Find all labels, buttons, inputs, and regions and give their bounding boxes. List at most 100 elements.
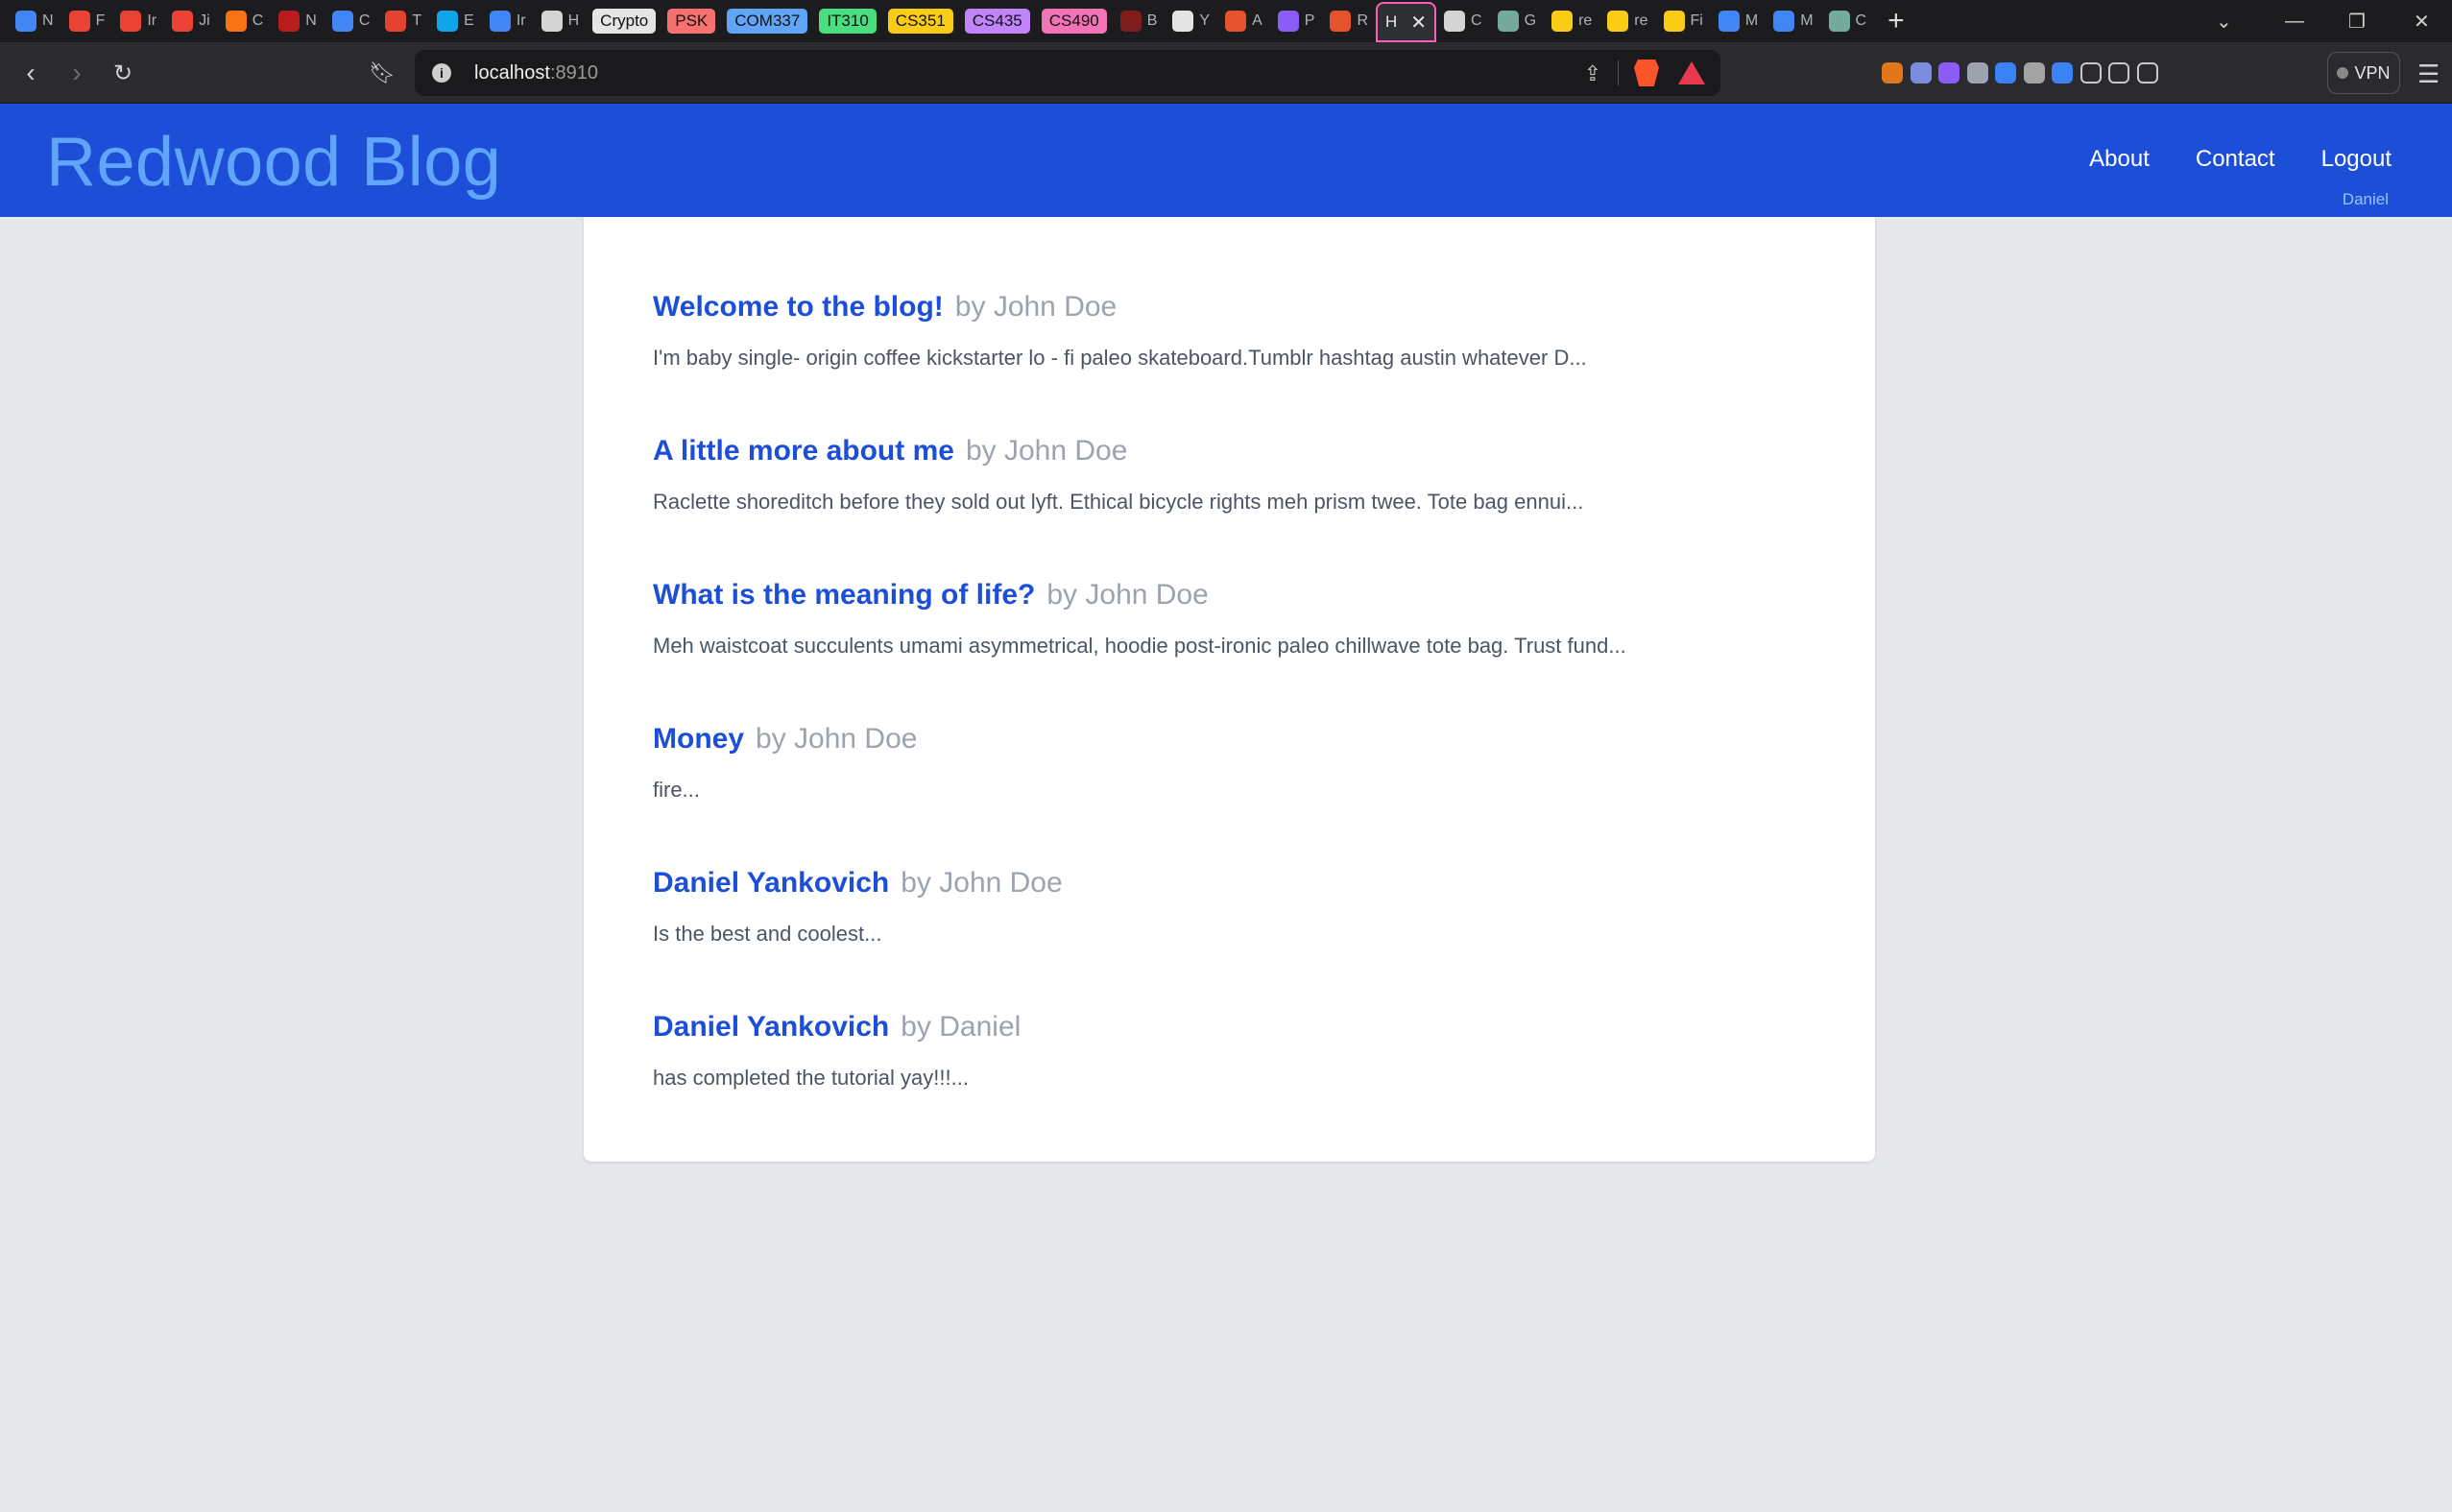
tab-strip: N F Ir Ji C N C T E Ir H Crypto PSK COM337 IT310 CS351… (0, 0, 2452, 42)
browser-tab[interactable]: M (1766, 3, 1820, 39)
vpn-button[interactable]: VPN (2327, 52, 2400, 94)
tab-label: P (1304, 12, 1315, 29)
current-user-label: Daniel (2342, 190, 2389, 208)
globe-icon (541, 11, 563, 32)
fb-ext-icon[interactable] (1966, 62, 1988, 84)
cloud-icon (437, 11, 459, 32)
nav-about-link[interactable]: About (2089, 146, 2150, 173)
tab-group[interactable]: Crypto (587, 3, 661, 39)
tab-label: re (1634, 12, 1648, 29)
yellow-circle-icon (1663, 11, 1685, 32)
site-title-link[interactable]: Redwood Blog (46, 123, 501, 202)
browser-tab[interactable]: re (1599, 3, 1655, 39)
browser-tab[interactable]: P (1270, 3, 1323, 39)
post-title-link[interactable]: Daniel Yankovich (653, 1011, 889, 1043)
browser-tab[interactable]: Ir (112, 3, 164, 39)
brave-shields-icon[interactable] (1634, 60, 1659, 86)
drop-ext-icon[interactable] (1995, 62, 2016, 84)
tab-group[interactable]: CS435 (959, 3, 1036, 39)
tab-group[interactable]: COM337 (721, 3, 813, 39)
bookmark-icon[interactable]: 🔖︎ (365, 56, 399, 90)
puzzle-icon[interactable] (2079, 62, 2102, 84)
github-icon (1172, 11, 1194, 32)
post-excerpt: I'm baby single- origin coffee kickstart… (653, 346, 1587, 370)
tab-label: R (1357, 12, 1368, 29)
docs-icon (489, 11, 511, 32)
minimize-icon[interactable]: — (2285, 0, 2304, 42)
tab-group[interactable]: PSK (661, 3, 721, 39)
close-tab-icon[interactable]: ✕ (1410, 11, 1427, 35)
browser-tab[interactable]: N (271, 3, 325, 39)
reload-icon[interactable]: ↻ (106, 56, 140, 90)
nav-contact-link[interactable]: Contact (2196, 146, 2275, 173)
gmail-icon (120, 11, 142, 32)
sidebar-icon[interactable] (2108, 62, 2129, 84)
tab-label: M (1744, 12, 1759, 29)
browser-tab[interactable]: H (534, 3, 588, 39)
tab-search-icon[interactable]: ⌄ (2216, 0, 2232, 42)
share-icon[interactable]: ⇪ (1584, 61, 1601, 86)
slash-ext-icon[interactable] (2023, 62, 2045, 84)
tab-group[interactable]: CS351 (882, 3, 959, 39)
restore-icon[interactable]: ❐ (2348, 0, 2366, 42)
browser-tab[interactable]: Y (1165, 3, 1217, 39)
browser-tab[interactable]: G (1490, 3, 1544, 39)
browser-tab[interactable]: C (325, 3, 378, 39)
browser-tab[interactable]: M (1711, 3, 1766, 39)
post-item: Welcome to the blog! by John Doe I'm baby… (653, 290, 1587, 371)
docs-icon (1773, 11, 1795, 32)
window-close-icon[interactable]: ✕ (2414, 0, 2430, 42)
new-tab-button[interactable]: + (1887, 5, 1905, 37)
post-item: Money by John Doe fire... (653, 722, 917, 803)
post-excerpt: Is the best and coolest... (653, 922, 882, 946)
blue-ext-icon[interactable] (1910, 62, 1932, 84)
docs-icon (1718, 11, 1740, 32)
post-item: A little more about me by John Doe Raclet… (653, 434, 1583, 515)
tab-group[interactable]: IT310 (813, 3, 881, 39)
post-heading: Money by John Doe (653, 722, 917, 756)
tab-group[interactable]: CS490 (1036, 3, 1113, 39)
metamask-icon[interactable] (1882, 62, 1903, 84)
tab-label: N (305, 12, 317, 29)
browser-tab[interactable]: C (1436, 3, 1490, 39)
blue-arrow-ext-icon[interactable] (2052, 62, 2073, 84)
post-author: by John Doe (954, 291, 1118, 323)
post-heading: Daniel Yankovich by John Doe (653, 866, 1063, 900)
brave-rewards-icon[interactable] (1678, 61, 1705, 84)
red-logo-icon (1119, 11, 1142, 32)
tab-active[interactable]: H ✕ (1376, 2, 1437, 42)
purple-ext-icon[interactable] (1938, 62, 1959, 84)
post-title-link[interactable]: What is the meaning of life? (653, 579, 1035, 611)
address-bar[interactable]: i localhost:8910 ⇪ (415, 50, 1720, 96)
browser-tab[interactable]: R (1322, 3, 1376, 39)
post-title-link[interactable]: Daniel Yankovich (653, 867, 889, 899)
tab-label: Ir (147, 12, 157, 29)
forward-icon[interactable]: › (60, 56, 94, 90)
vpn-label: VPN (2354, 62, 2391, 83)
site-info-icon[interactable]: i (432, 63, 451, 83)
browser-tab[interactable]: re (1544, 3, 1599, 39)
browser-tab[interactable]: N (8, 3, 61, 39)
post-title-link[interactable]: Welcome to the blog! (653, 291, 944, 323)
post-title-link[interactable]: Money (653, 723, 744, 755)
browser-tab[interactable]: Ji (164, 3, 218, 39)
browser-tab[interactable]: B (1113, 3, 1166, 39)
back-icon[interactable]: ‹ (13, 56, 48, 90)
browser-tab[interactable]: Fi (1656, 3, 1711, 39)
wallet-icon[interactable] (2136, 62, 2158, 84)
tab-label: C (1855, 12, 1867, 29)
browser-tab[interactable]: E (429, 3, 482, 39)
red-logo-icon (278, 11, 300, 32)
post-heading: What is the meaning of life? by John Doe (653, 578, 1626, 612)
browser-tab[interactable]: C (1821, 3, 1875, 39)
post-excerpt: Raclette shoreditch before they sold out… (653, 490, 1584, 514)
browser-tab[interactable]: Ir (482, 3, 534, 39)
browser-tab[interactable]: A (1217, 3, 1270, 39)
browser-tab[interactable]: T (377, 3, 429, 39)
browser-tab[interactable]: F (61, 3, 113, 39)
browser-menu-icon[interactable]: ☰ (2417, 60, 2440, 89)
nav-logout-link[interactable]: Logout (2321, 146, 2392, 173)
post-title-link[interactable]: A little more about me (653, 435, 954, 467)
browser-tab[interactable]: C (218, 3, 272, 39)
redwood-icon (1225, 11, 1247, 32)
